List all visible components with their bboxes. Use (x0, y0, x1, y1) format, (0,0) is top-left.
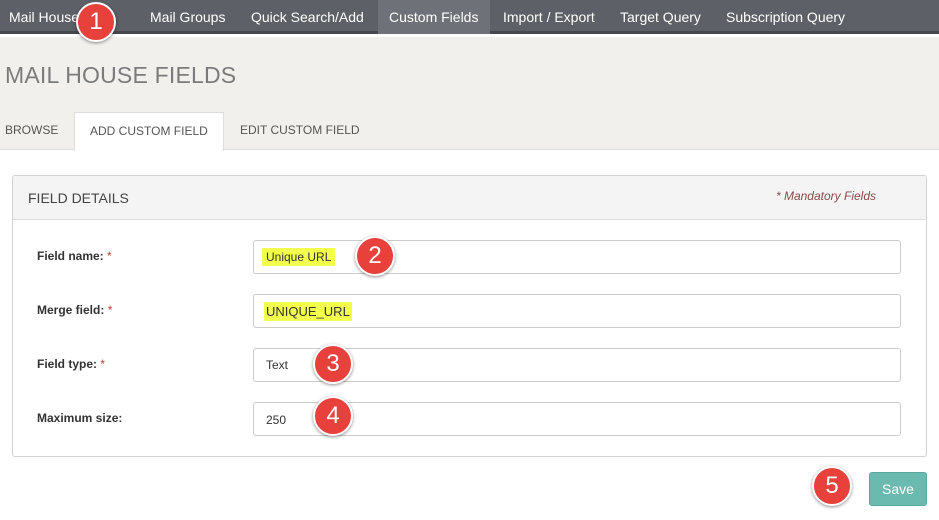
merge-field-input[interactable]: UNIQUE_URL (253, 294, 901, 328)
panel-title: FIELD DETAILS (28, 190, 129, 206)
nav-item-target-query[interactable]: Target Query (620, 0, 701, 34)
nav-item-import-export[interactable]: Import / Export (503, 0, 595, 34)
tab-add-custom-field[interactable]: ADD CUSTOM FIELD (74, 112, 224, 151)
callout-badge-1: 1 (76, 2, 116, 42)
nav-item-mail-groups[interactable]: Mail Groups (150, 0, 225, 34)
field-type-label: Field type: * (37, 357, 106, 371)
callout-badge-5: 5 (812, 466, 852, 506)
required-marker: * (107, 303, 113, 317)
nav-item-quick-search-add[interactable]: Quick Search/Add (251, 0, 364, 34)
tab-browse[interactable]: BROWSE (5, 112, 58, 150)
field-type-value: Text (266, 358, 289, 372)
field-name-value: Unique URL (262, 248, 336, 266)
page-header: MAIL HOUSE FIELDS BROWSE ADD CUSTOM FIEL… (0, 37, 939, 151)
callout-badge-4: 4 (313, 396, 353, 436)
required-marker: * (107, 249, 112, 263)
panel-heading: FIELD DETAILS * Mandatory Fields (13, 176, 926, 220)
nav-item-custom-fields[interactable]: Custom Fields (378, 0, 490, 34)
top-nav: Mail House Mail Groups Quick Search/Add … (0, 0, 939, 34)
required-marker: * (100, 357, 106, 371)
maximum-size-value: 250 (266, 413, 287, 427)
tab-edit-custom-field[interactable]: EDIT CUSTOM FIELD (240, 112, 360, 150)
merge-field-label: Merge field: * (37, 303, 113, 317)
maximum-size-label: Maximum size: (37, 411, 123, 425)
page-title: MAIL HOUSE FIELDS (5, 62, 237, 88)
field-name-label: Field name: * (37, 249, 112, 263)
mandatory-fields-note: * Mandatory Fields (775, 189, 876, 203)
callout-badge-3: 3 (313, 344, 353, 384)
callout-badge-2: 2 (355, 236, 395, 276)
nav-item-label: Mail House (9, 9, 80, 25)
field-name-input[interactable]: Unique URL (253, 240, 901, 274)
merge-field-value: UNIQUE_URL (264, 302, 352, 321)
save-button[interactable]: Save (869, 472, 927, 506)
nav-item-subscription-query[interactable]: Subscription Query (726, 0, 845, 34)
